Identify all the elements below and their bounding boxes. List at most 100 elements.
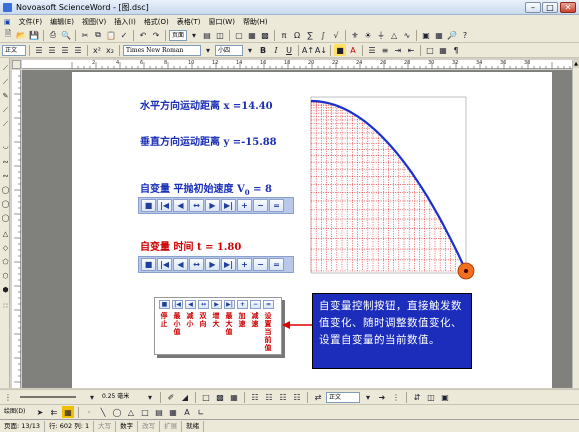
chevron-down-icon[interactable]: ▾ [362,391,374,403]
table-icon[interactable]: ▦ [246,29,258,41]
chevron-down-icon[interactable]: ▾ [244,44,256,56]
ungroup-icon[interactable]: ▣ [439,391,451,403]
velocity-stop-button[interactable]: ■ [141,199,156,212]
grid-tool-icon[interactable]: ∷ [1,302,10,311]
align-objects-icon[interactable]: ☷ [249,391,261,403]
sqrt-icon[interactable]: √ [330,29,342,41]
grid-icon[interactable]: ▦ [433,29,445,41]
underline-button[interactable]: U [283,44,295,56]
menu-help[interactable]: 帮助(H) [239,17,272,27]
distribute-icon[interactable]: ☷ [263,391,275,403]
circle-tool-icon[interactable]: ◯ [1,186,10,195]
hexagon-tool-icon[interactable]: ⬡ [1,272,10,281]
time-max-value-button[interactable]: ▶| [221,258,236,271]
shape-frame-icon[interactable]: □ [200,391,212,403]
rotate-icon[interactable]: ☷ [291,391,303,403]
chevron-down-icon[interactable]: ▾ [86,391,98,403]
menu-format[interactable]: 格式(O) [140,17,173,27]
align-left-icon[interactable]: ☰ [33,44,45,56]
time-increase-button[interactable]: ▶ [205,258,220,271]
zoom-icon[interactable]: 🔎 [446,29,458,41]
dots-icon[interactable]: ⋮ [390,391,402,403]
snap-icon[interactable]: ▦ [62,406,74,418]
line-width-select[interactable]: 0.25 毫米 [100,392,142,403]
velocity-increase-button[interactable]: ▶ [205,199,220,212]
paste-icon[interactable]: 📋 [105,29,117,41]
curve-tool-icon[interactable]: ∾ [1,158,10,167]
textbox-tool-icon[interactable]: ▤ [153,406,165,418]
rectangle-tool-icon[interactable]: □ [139,406,151,418]
draw-menu-button[interactable]: 绘图(D) [2,407,32,418]
menu-file[interactable]: 文件(F) [15,17,47,27]
chemistry-icon[interactable]: ⚜ [349,29,361,41]
print-icon[interactable]: ⎙ [47,29,59,41]
menu-insert[interactable]: 插入(I) [110,17,140,27]
arrange-icon[interactable]: ⇇ [48,406,60,418]
menu-table[interactable]: 表格(T) [173,17,205,27]
new-icon[interactable]: 🗎 [2,29,14,41]
arrow-right-icon[interactable]: ➜ [376,391,388,403]
circle-tool-icon[interactable]: ◯ [111,406,123,418]
triangle-tool-icon[interactable]: △ [125,406,137,418]
symbol-icon[interactable]: Ω [291,29,303,41]
shading-icon[interactable]: ▦ [437,44,449,56]
triangle-tool-icon[interactable]: △ [1,230,10,239]
line-style-select[interactable] [16,392,84,403]
doc-menu-icon[interactable]: ▣ [0,18,15,26]
shadow-icon[interactable]: ▩ [214,391,226,403]
fill-color-icon[interactable]: ◢ [179,391,191,403]
circle-tool-icon[interactable]: ◯ [1,200,10,209]
italic-button[interactable]: I [270,44,282,56]
menu-window[interactable]: 窗口(W) [205,17,239,27]
time-speed-up-button[interactable]: + [237,258,252,271]
copy-icon[interactable]: ⧉ [92,29,104,41]
flip-icon[interactable]: ⇵ [411,391,423,403]
vertical-ruler[interactable] [12,70,21,388]
highlight-icon[interactable]: ■ [334,44,346,56]
subscript-icon[interactable]: x₂ [104,44,116,56]
velocity-min-value-button[interactable]: |◀ [157,199,172,212]
time-min-value-button[interactable]: |◀ [157,258,172,271]
velocity-speed-up-button[interactable]: + [237,199,252,212]
velocity-bidirectional-button[interactable]: ↔ [189,199,204,212]
velocity-decrease-button[interactable]: ◀ [173,199,188,212]
paragraph-icon[interactable]: ¶ [450,44,462,56]
polygon-tool-icon[interactable]: ⬢ [1,286,10,295]
chart-icon[interactable]: ▩ [259,29,271,41]
time-set-value-button[interactable]: = [269,258,284,271]
time-stop-button[interactable]: ■ [141,258,156,271]
open-icon[interactable]: 📂 [15,29,27,41]
help-icon[interactable]: ? [459,29,471,41]
curve-tool-icon[interactable]: ∾ [1,172,10,181]
align-center-icon[interactable]: ☰ [46,44,58,56]
superscript-icon[interactable]: x² [91,44,103,56]
cut-icon[interactable]: ✂ [79,29,91,41]
redo-icon[interactable]: ↷ [150,29,162,41]
line-tool-icon[interactable]: ⟋ [1,78,10,87]
horizontal-ruler[interactable]: 2 4 6 8 10 12 14 16 18 20 22 24 26 28 30 32 34 36 38 [22,60,572,69]
order-icon[interactable]: ☷ [277,391,289,403]
bold-button[interactable]: B [257,44,269,56]
style-select[interactable]: 正文 [2,44,26,56]
page-break-icon[interactable]: ▤ [201,29,213,41]
font-color-icon[interactable]: A [347,44,359,56]
integral-icon[interactable]: ∫ [317,29,329,41]
arc-tool-icon[interactable]: ◡ [1,142,10,151]
chevron-down-icon[interactable]: ▾ [188,29,200,41]
pen-tool-icon[interactable]: ✎ [1,92,10,101]
menu-view[interactable]: 视图(V) [78,17,110,27]
time-bidirectional-button[interactable]: ↔ [189,258,204,271]
close-button[interactable]: ✕ [560,2,576,13]
line-tool-icon[interactable]: ╲ [97,406,109,418]
trajectory-figure[interactable] [300,84,490,284]
menu-edit[interactable]: 编辑(E) [46,17,78,27]
line-tool-icon[interactable]: ⟋ [1,64,10,73]
insert-image-icon[interactable]: ▣ [420,29,432,41]
outdent-icon[interactable]: ⇤ [405,44,417,56]
grid-toggle-icon[interactable]: ▦ [228,391,240,403]
text-style-select[interactable]: 正文 [326,391,360,403]
page-button[interactable]: 页面 [169,29,188,41]
grow-font-icon[interactable]: A↑ [302,44,314,56]
format-painter-icon[interactable]: ✓ [118,29,130,41]
font-select[interactable]: Times New Roman [123,44,201,56]
